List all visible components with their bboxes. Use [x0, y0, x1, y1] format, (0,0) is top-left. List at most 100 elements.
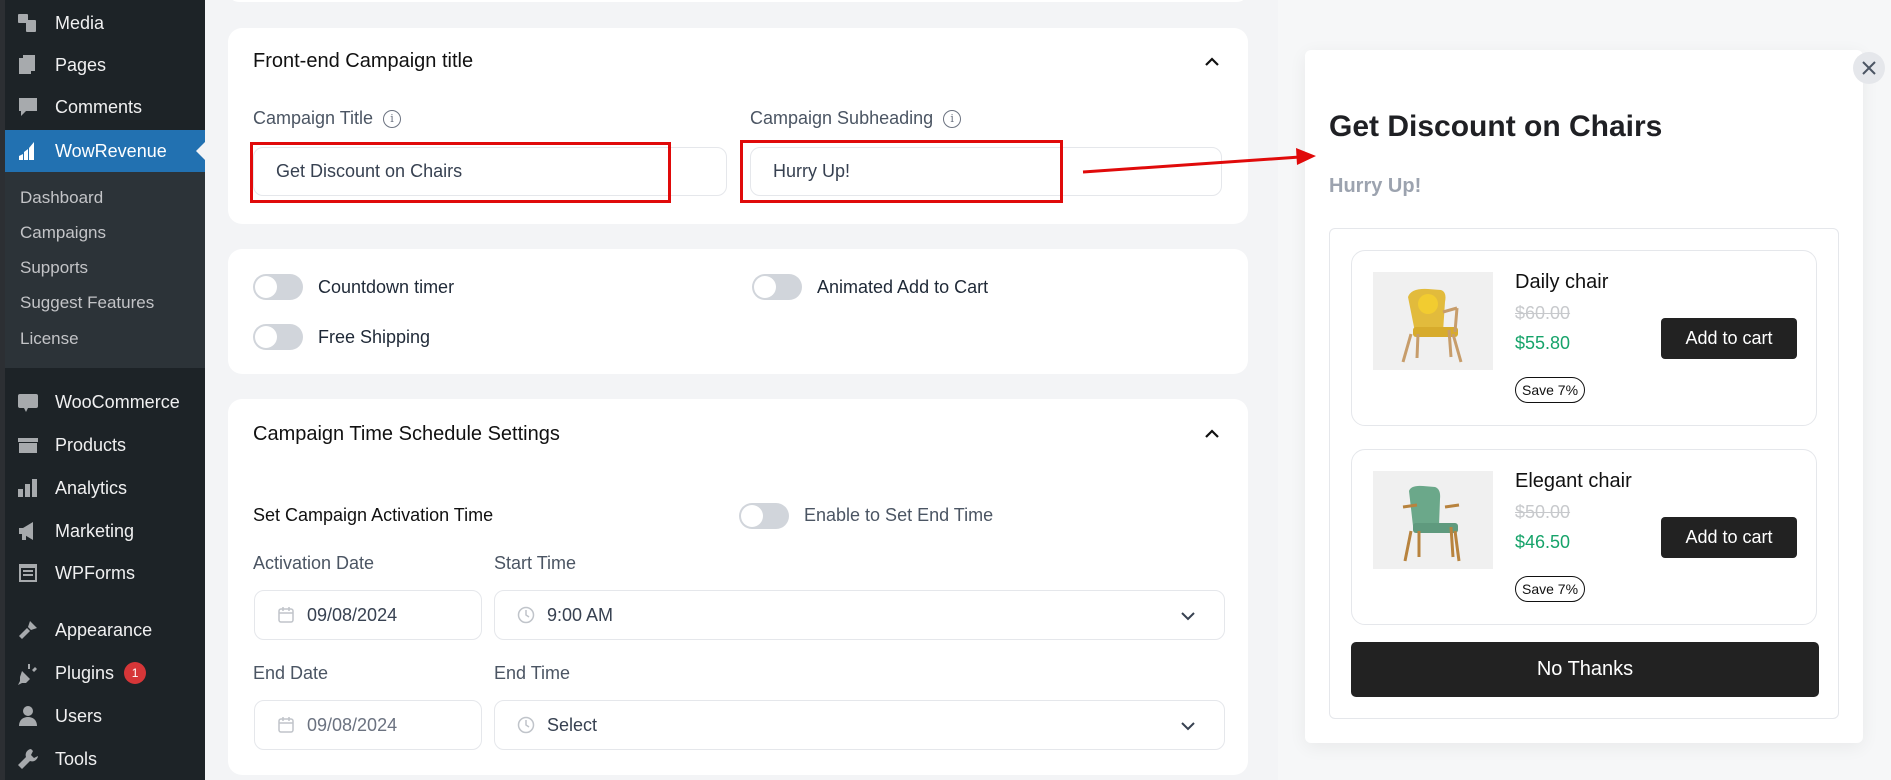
end-time-toggle-label: Enable to Set End Time — [804, 505, 994, 525]
countdown-timer-toggle[interactable] — [253, 274, 303, 300]
end-date-value: 09/08/2024 — [307, 714, 398, 735]
sidebar-item-label: WowRevenue — [55, 140, 167, 161]
comments-icon — [15, 94, 41, 120]
submenu-supports[interactable]: Supports — [20, 258, 88, 278]
analytics-icon — [15, 475, 41, 501]
users-icon — [15, 703, 41, 729]
sidebar-item-appearance[interactable]: Appearance — [5, 609, 205, 651]
free-shipping-toggle[interactable] — [253, 324, 303, 350]
sidebar-item-label: Media — [55, 12, 105, 33]
add-to-cart-button[interactable]: Add to cart — [1661, 517, 1797, 558]
product-card: Daily chair $60.00 $55.80 Save 7% Add to… — [1351, 250, 1817, 426]
start-time-select[interactable]: 9:00 AM — [494, 590, 1225, 640]
product-new-price: $46.50 — [1515, 532, 1571, 552]
no-thanks-button[interactable]: No Thanks — [1351, 642, 1819, 697]
info-icon[interactable]: i — [383, 109, 402, 128]
end-time-toggle[interactable] — [739, 503, 789, 529]
activation-time-label: Set Campaign Activation Time — [253, 505, 494, 525]
sidebar-item-products[interactable]: Products — [5, 424, 205, 466]
end-date-input[interactable]: 09/08/2024 — [254, 700, 482, 750]
sidebar-item-label: Comments — [55, 96, 143, 117]
media-icon — [15, 10, 41, 36]
free-shipping-label: Free Shipping — [318, 327, 431, 347]
campaign-subheading-label: Campaign Subheading i — [750, 108, 962, 129]
popup-subtitle: Hurry Up! — [1329, 175, 1422, 197]
submenu-dashboard[interactable]: Dashboard — [20, 188, 103, 208]
close-button[interactable] — [1853, 52, 1885, 84]
chair-image-icon — [1401, 288, 1463, 363]
wpforms-icon — [15, 560, 41, 586]
marketing-icon — [15, 518, 41, 544]
save-badge: Save 7% — [1515, 576, 1586, 602]
chevron-down-icon — [1178, 606, 1198, 626]
calendar-icon — [277, 716, 295, 734]
sidebar-item-tools[interactable]: Tools — [5, 738, 205, 780]
sidebar-item-marketing[interactable]: Marketing — [5, 510, 205, 552]
wowrevenue-submenu: Dashboard Campaigns Supports Suggest Fea… — [5, 172, 205, 368]
product-image — [1373, 471, 1493, 569]
pages-icon — [15, 52, 41, 78]
add-to-cart-button[interactable]: Add to cart — [1661, 318, 1797, 359]
clock-icon — [517, 606, 535, 624]
chevron-down-icon — [1178, 716, 1198, 736]
activation-date-value: 09/08/2024 — [307, 604, 398, 625]
sidebar-item-label: Pages — [55, 54, 107, 75]
close-icon — [1862, 61, 1876, 75]
sidebar-item-label: WooCommerce — [55, 391, 180, 412]
submenu-license[interactable]: License — [20, 329, 79, 349]
sidebar-item-analytics[interactable]: Analytics — [5, 467, 205, 509]
woocommerce-icon — [15, 389, 41, 415]
end-time-select[interactable]: Select — [494, 700, 1225, 750]
section-heading: Campaign Time Schedule Settings — [253, 423, 560, 445]
product-new-price: $55.80 — [1515, 333, 1571, 353]
info-icon[interactable]: i — [943, 109, 962, 128]
activation-date-input[interactable]: 09/08/2024 — [254, 590, 482, 640]
sidebar-item-woocommerce[interactable]: WooCommerce — [5, 381, 205, 423]
end-date-label: End Date — [253, 663, 329, 683]
collapse-chevron-icon[interactable] — [1202, 52, 1222, 72]
sidebar-item-label: Tools — [55, 748, 98, 769]
campaign-title-label-text: Campaign Title — [253, 108, 374, 128]
product-old-price: $50.00 — [1515, 502, 1571, 522]
campaign-title-input[interactable]: Get Discount on Chairs — [253, 147, 727, 196]
submenu-campaigns[interactable]: Campaigns — [20, 223, 106, 243]
product-name: Elegant chair — [1515, 470, 1632, 492]
products-icon — [15, 432, 41, 458]
sidebar-item-label: Appearance — [55, 619, 153, 640]
plugins-icon — [15, 660, 41, 686]
product-old-price: $60.00 — [1515, 303, 1571, 323]
product-name: Daily chair — [1515, 271, 1609, 293]
save-badge: Save 7% — [1515, 377, 1586, 403]
popup-title: Get Discount on Chairs — [1329, 110, 1663, 143]
sidebar-item-comments[interactable]: Comments — [5, 86, 205, 128]
sidebar-item-users[interactable]: Users — [5, 695, 205, 737]
sidebar-item-wpforms[interactable]: WPForms — [5, 552, 205, 594]
sidebar-item-wowrevenue[interactable]: WowRevenue — [5, 130, 205, 172]
activation-date-label: Activation Date — [253, 553, 375, 573]
sidebar-item-label: Products — [55, 434, 127, 455]
sidebar-item-pages[interactable]: Pages — [5, 44, 205, 86]
sidebar-item-plugins[interactable]: Plugins 1 — [5, 652, 205, 694]
product-image — [1373, 272, 1493, 370]
clock-icon — [517, 716, 535, 734]
sidebar-item-media[interactable]: Media — [5, 2, 205, 44]
collapse-chevron-icon[interactable] — [1202, 424, 1222, 444]
end-time-label: End Time — [494, 663, 571, 683]
campaign-title-label: Campaign Title i — [253, 108, 402, 129]
campaign-subheading-input[interactable]: Hurry Up! — [750, 147, 1222, 196]
sidebar-item-label: WPForms — [55, 562, 135, 583]
end-time-value: Select — [547, 714, 598, 735]
submenu-suggest-features[interactable]: Suggest Features — [20, 293, 154, 313]
start-time-value: 9:00 AM — [547, 604, 614, 625]
animated-add-to-cart-toggle[interactable] — [752, 274, 802, 300]
sidebar-item-label: Analytics — [55, 477, 128, 498]
active-pointer — [196, 142, 205, 160]
product-card: Elegant chair $50.00 $46.50 Save 7% Add … — [1351, 449, 1817, 625]
wowrevenue-icon — [15, 138, 41, 164]
countdown-timer-label: Countdown timer — [318, 277, 455, 297]
admin-sidebar: Media Pages Comments WowRevenue Dashboar… — [0, 0, 205, 780]
features-toggle-card — [228, 249, 1248, 374]
calendar-icon — [277, 606, 295, 624]
tools-icon — [15, 746, 41, 772]
sidebar-item-label: Marketing — [55, 520, 135, 541]
